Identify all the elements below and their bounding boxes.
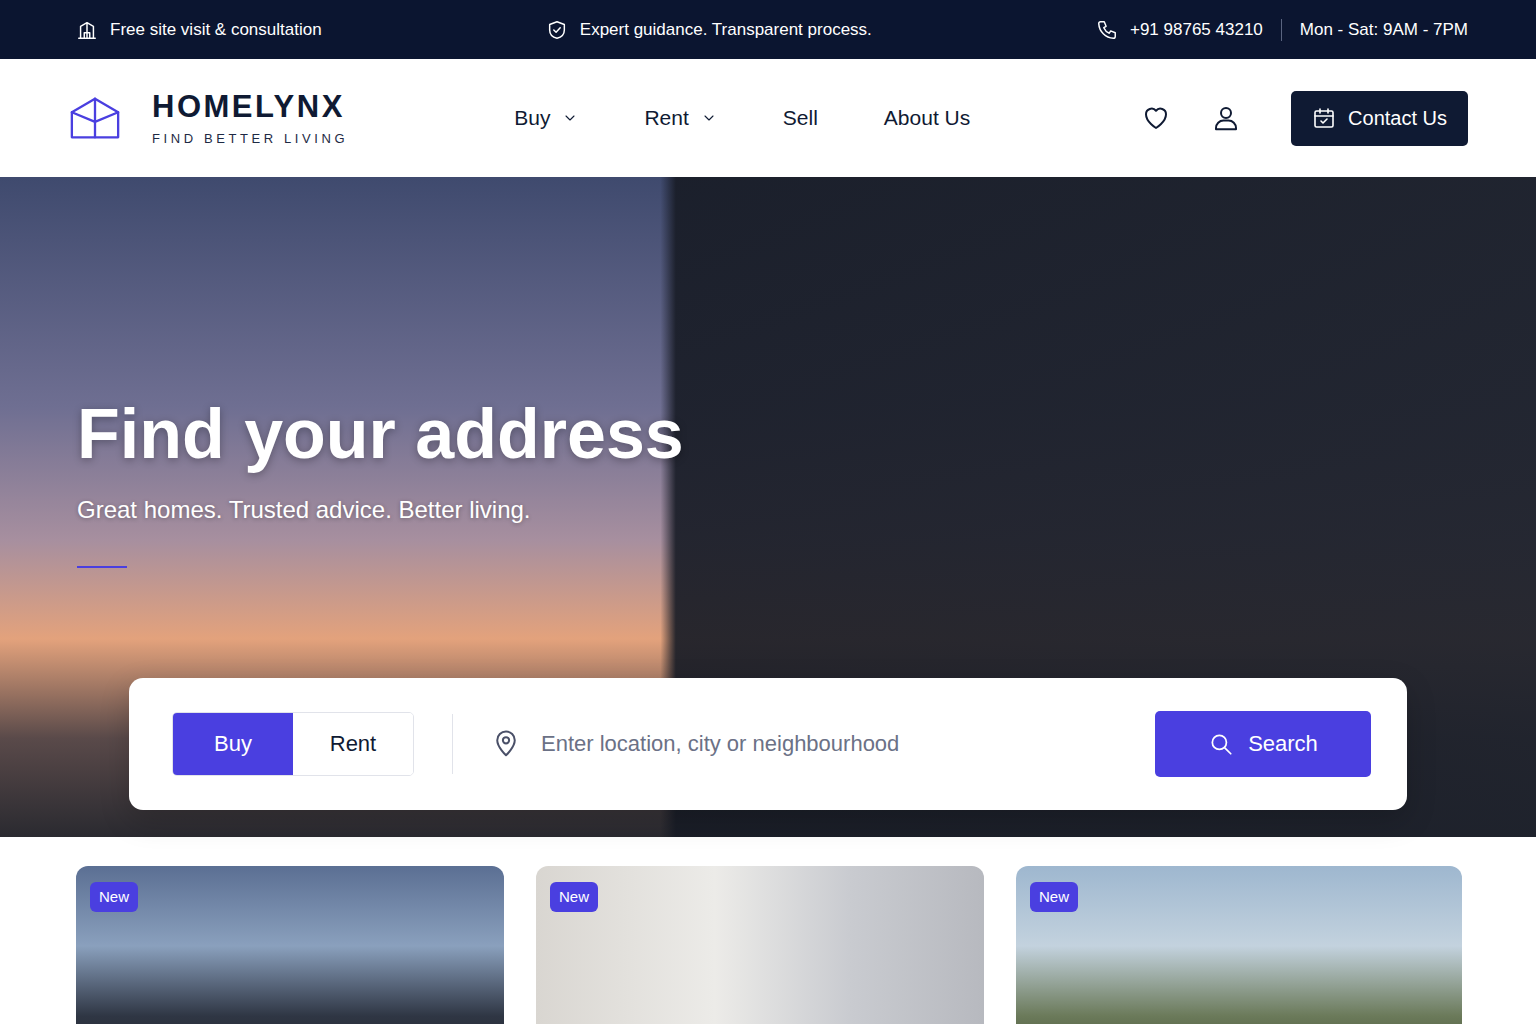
listing-card[interactable]: New [536, 866, 984, 1024]
hero-text: Find your address Great homes. Trusted ad… [0, 395, 1536, 568]
hero-subtitle: Great homes. Trusted advice. Better livi… [77, 495, 1536, 525]
phone[interactable]: +91 98765 43210 [1096, 19, 1263, 41]
search-tab[interactable]: Rent [293, 713, 413, 775]
contact-button-label[interactable]: Contact Us [1348, 107, 1447, 130]
nav-label[interactable]: About Us [884, 106, 970, 130]
nav-label[interactable]: Buy [514, 106, 550, 130]
nav-item[interactable]: Rent [644, 106, 716, 130]
hero-title: Find your address [77, 395, 1536, 473]
location-field [491, 729, 1155, 759]
new-badge: New [550, 882, 598, 912]
tab-label[interactable]: Rent [330, 731, 376, 757]
heart-icon[interactable] [1141, 103, 1171, 133]
nav-item[interactable]: Buy [514, 106, 578, 130]
top-bar-item: Free site visit & consultation [76, 19, 322, 41]
top-bar-item: Expert guidance. Transparent process. [546, 19, 872, 41]
house-logo-icon [68, 91, 122, 145]
building-icon [76, 19, 98, 41]
hero: Find your address Great homes. Trusted ad… [0, 177, 1536, 837]
shield-icon [546, 19, 568, 41]
new-badge: New [90, 882, 138, 912]
nav-label[interactable]: Rent [644, 106, 688, 130]
nav-item[interactable]: About Us [884, 106, 970, 130]
contact-info: +91 98765 43210 Mon - Sat: 9AM - 7PM [1096, 19, 1468, 41]
accent-line [77, 566, 127, 568]
search-icon [1208, 731, 1234, 757]
listing-card[interactable]: New [76, 866, 504, 1024]
chevron-down-icon [701, 110, 717, 126]
nav-item[interactable]: Sell [783, 106, 818, 130]
phone-number[interactable]: +91 98765 43210 [1130, 20, 1263, 40]
location-input[interactable] [541, 731, 1155, 757]
phone-icon [1096, 19, 1118, 41]
header: HOMELYNX FIND BETTER LIVING Buy Rent Sell Abo… [0, 59, 1536, 177]
new-badge: New [1030, 882, 1078, 912]
listing-card[interactable]: New [1016, 866, 1462, 1024]
logo-name: HOMELYNX [152, 90, 348, 124]
main-nav: Buy Rent Sell About Us [514, 106, 970, 130]
search-button[interactable]: Search [1155, 711, 1371, 777]
search-box: Buy Rent Search [129, 678, 1407, 810]
logo-tagline: FIND BETTER LIVING [152, 131, 348, 146]
calendar-icon [1312, 106, 1336, 130]
header-actions: Contact Us [1141, 91, 1468, 146]
top-bar: Free site visit & consultation Expert gui… [0, 0, 1536, 59]
logo-text: HOMELYNX FIND BETTER LIVING [152, 90, 348, 145]
top-bar-text: Free site visit & consultation [110, 20, 322, 40]
contact-button[interactable]: Contact Us [1291, 91, 1468, 146]
search-tab[interactable]: Buy [173, 713, 293, 775]
logo[interactable]: HOMELYNX FIND BETTER LIVING [68, 90, 348, 145]
separator [452, 714, 453, 774]
listings: New New New [0, 837, 1536, 1024]
top-bar-text: Expert guidance. Transparent process. [580, 20, 872, 40]
opening-hours: Mon - Sat: 9AM - 7PM [1300, 20, 1468, 40]
nav-label[interactable]: Sell [783, 106, 818, 130]
separator [1281, 19, 1282, 41]
user-icon[interactable] [1211, 103, 1241, 133]
location-pin-icon [491, 729, 521, 759]
search-tabs: Buy Rent [172, 712, 414, 776]
search-button-label[interactable]: Search [1248, 731, 1318, 757]
tab-label[interactable]: Buy [214, 731, 252, 757]
chevron-down-icon [562, 110, 578, 126]
